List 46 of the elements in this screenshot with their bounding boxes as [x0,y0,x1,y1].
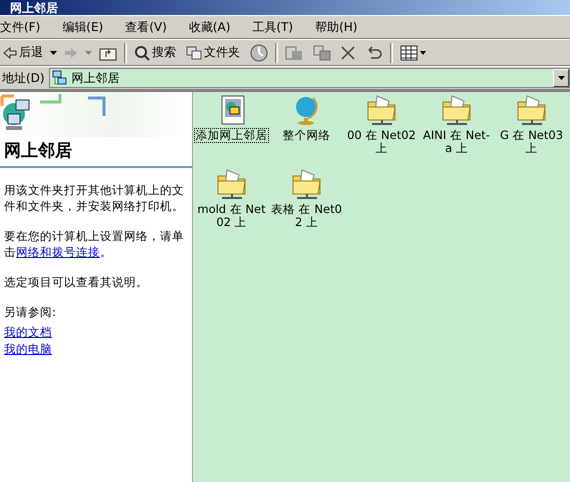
folders-icon [186,46,202,60]
network-computers-icon [52,70,68,86]
item-label[interactable]: 添加网上邻居 [195,129,268,142]
item-label[interactable]: 表格 在 Net02 上 [270,203,343,229]
network-connections-link[interactable]: 网络和拨号连接 [16,245,100,259]
sidebar-link[interactable]: 我的文档 [4,324,52,341]
back-button[interactable]: 后退 [0,42,46,64]
menu-item[interactable]: 文件(F) [0,18,48,36]
network-folder-icon [440,94,474,126]
item-label[interactable]: mold 在 Net02 上 [195,203,268,229]
folders-button[interactable]: 文件夹 [183,42,243,64]
address-label: 地址(D) [2,70,45,86]
sidebar-text: 要在您的计算机上设置网络，请单击网络和拨号连接。 [4,228,185,260]
copy-to-icon [313,44,331,60]
network-folder-icon [214,168,248,200]
back-arrow-icon [3,46,17,58]
sidebar-link[interactable]: 我的电脑 [4,341,52,358]
sidebar-heading: 网上邻居 [0,137,192,168]
history-icon [250,44,268,62]
menu-item[interactable]: 编辑(E) [62,18,112,36]
network-folder-icon [290,168,324,200]
sidebar-text: 用该文件夹打开其他计算机上的文件和文件夹，并安装网络打印机。 [4,182,185,214]
item-label[interactable]: G 在 Net03 上 [495,129,568,155]
menu-item[interactable]: 收藏(A) [188,18,238,36]
sidebar-text: 选定项目可以查看其说明。 [4,274,149,290]
search-button[interactable]: 搜索 [131,42,179,64]
search-icon [134,44,150,60]
dropdown-button[interactable] [553,69,569,87]
address-value: 网上邻居 [72,70,120,86]
window-title: 网上邻居 [10,0,58,14]
address-field[interactable]: 网上邻居 [48,68,570,88]
menu-item[interactable]: 工具(T) [252,18,302,36]
network-folder-icon [514,94,548,126]
move-to-icon [285,44,303,60]
menu-item[interactable]: 帮助(H) [315,18,366,36]
dropdown-arrow-icon [558,76,564,80]
delete-icon [341,46,355,60]
see-also-label: 另请参阅: [4,304,57,320]
item-label[interactable]: AINI 在 Net-a 上 [420,129,493,155]
forward-arrow-icon [64,46,78,58]
item-label[interactable]: 整个网络 [270,129,343,142]
menu-item[interactable]: 查看(V) [125,18,175,36]
views-icon [400,44,426,60]
item-label[interactable]: 00 在 Net02 上 [345,129,418,155]
network-folder-icon [364,94,398,126]
caret-icon[interactable] [50,50,57,54]
